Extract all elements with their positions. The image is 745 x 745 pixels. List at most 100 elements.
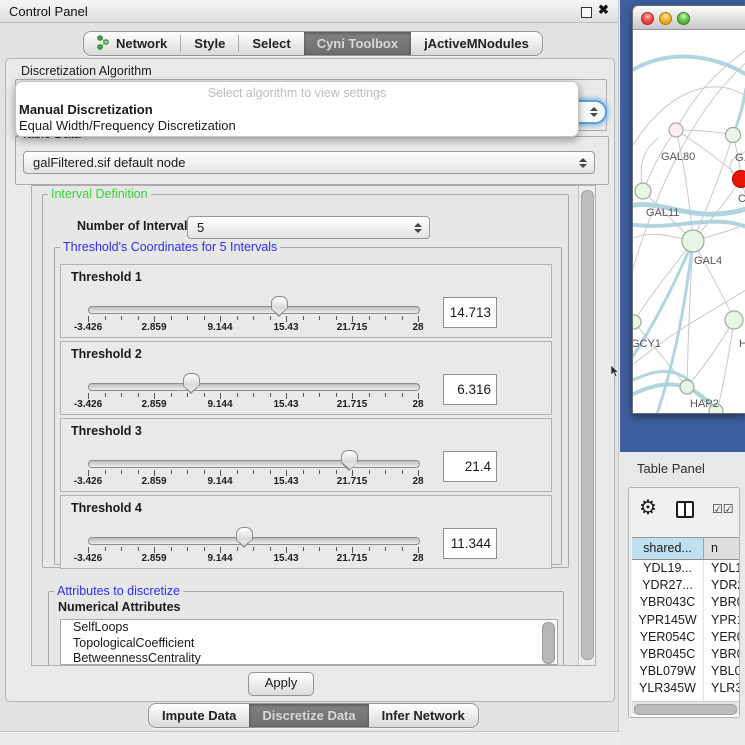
table-cell: YLR3 [704, 680, 740, 697]
tick-label: 15.43 [273, 399, 298, 410]
slider-handle[interactable] [341, 450, 358, 463]
network-node-green[interactable] [682, 230, 704, 252]
tab-jactivemnodules[interactable]: jActiveMNodules [411, 32, 542, 55]
tick-mark [270, 547, 271, 551]
network-node-label: GAL11 [646, 207, 679, 219]
threshold-value-field[interactable]: 11.344 [443, 528, 497, 559]
table-row[interactable]: YDL19...YDL1 [632, 560, 740, 577]
control-panel-titlebar: Control Panel ✖ [0, 0, 618, 23]
threshold-value-field[interactable]: 21.4 [443, 451, 497, 482]
minimize-traffic-light-icon[interactable] [659, 12, 672, 25]
tick-mark [303, 470, 304, 474]
tab-cyni-toolbox[interactable]: Cyni Toolbox [304, 32, 411, 55]
threshold-panel-1: Threshold 1-3.4262.8599.14415.4321.71528… [60, 264, 552, 338]
tick-mark [319, 547, 320, 551]
table-row[interactable]: YPR145WYPR1 [632, 612, 740, 629]
combo-arrows-icon [590, 107, 598, 117]
algorithm-option-manual-discretization[interactable]: Manual Discretization [19, 102, 153, 117]
network-graph: GAL80G.CGAL11GAL4GCY1HHAP2 [633, 30, 745, 413]
column-header-2[interactable]: n [704, 538, 740, 559]
slider-track[interactable] [88, 460, 420, 468]
desktop-background: GAL80G.CGAL11GAL4GCY1HHAP2 [620, 0, 745, 452]
threshold-value-field[interactable]: 14.713 [443, 297, 497, 328]
columns-icon[interactable] [676, 501, 694, 518]
combo-arrows-icon [414, 223, 422, 233]
column-header-1[interactable]: shared... [632, 538, 704, 559]
control-panel-window: Control Panel ✖ Network Style SelectCyni T… [0, 0, 619, 732]
attribute-item-betweennesscentrality[interactable]: BetweennessCentrality [61, 651, 557, 665]
table-horizontal-scrollbar[interactable] [632, 701, 740, 714]
slider-handle[interactable] [236, 527, 253, 540]
slider-track[interactable] [88, 537, 420, 545]
interval-definition-title: Interval Definition [48, 187, 151, 201]
attribute-item-selfloops[interactable]: SelfLoops [61, 620, 557, 636]
checkboxes-icon[interactable]: ☑☑ [712, 502, 734, 516]
table-row[interactable]: YER054CYER0 [632, 629, 740, 646]
network-node-green[interactable] [726, 128, 741, 143]
attribute-item-topologicalcoefficient[interactable]: TopologicalCoefficient [61, 636, 557, 652]
table-row[interactable]: YLR345WYLR3 [632, 680, 740, 697]
threshold-panel-4: Threshold 4-3.4262.8599.14415.4321.71528… [60, 495, 552, 569]
network-canvas[interactable]: GAL80G.CGAL11GAL4GCY1HHAP2 [633, 30, 745, 413]
algorithm-option-equal-width-frequency-discretization[interactable]: Equal Width/Frequency Discretization [19, 118, 236, 133]
tick-mark [237, 393, 238, 397]
close-icon[interactable]: ✖ [598, 2, 609, 18]
scrollbar-thumb[interactable] [581, 190, 594, 660]
table-cell: YBL0 [704, 663, 740, 680]
tick-label: 21.715 [337, 399, 368, 410]
tab-label: jActiveMNodules [424, 36, 529, 51]
network-node-pink[interactable] [669, 123, 683, 137]
table-cell: YBR0 [704, 646, 740, 663]
close-traffic-light-icon[interactable] [641, 12, 654, 25]
apply-button[interactable]: Apply [248, 672, 314, 696]
tab-network[interactable]: Network [84, 32, 180, 55]
slider-track[interactable] [88, 383, 420, 391]
tab-label: Network [116, 36, 167, 51]
numerical-attributes-list[interactable]: SelfLoopsTopologicalCoefficientBetweenne… [60, 619, 558, 665]
number-of-intervals-combobox[interactable]: 5 [187, 216, 430, 239]
slider-handle[interactable] [183, 373, 200, 386]
list-scrollbar[interactable] [542, 622, 555, 664]
table-data-combobox[interactable]: galFiltered.sif default node [23, 151, 595, 174]
tick-mark [253, 547, 254, 551]
threshold-value-field[interactable]: 6.316 [443, 374, 497, 405]
tab-label: Infer Network [382, 708, 465, 723]
table-cell: YDL1 [704, 560, 740, 577]
tick-mark [402, 547, 403, 551]
network-node-label: GAL4 [694, 255, 722, 267]
network-node-green[interactable] [635, 183, 651, 199]
tick-mark [204, 316, 205, 320]
hscrollbar-thumb[interactable] [634, 704, 737, 715]
settings-vertical-scrollbar[interactable] [578, 186, 595, 665]
tab-label: Style [194, 36, 225, 51]
tick-mark [385, 393, 386, 397]
table-cell: YPR145W [632, 612, 704, 629]
tab-discretize-data[interactable]: Discretize Data [249, 704, 368, 727]
tick-label: 9.144 [207, 476, 232, 487]
zoom-traffic-light-icon[interactable] [677, 12, 690, 25]
tab-style[interactable]: Style [181, 32, 238, 55]
tab-impute-data[interactable]: Impute Data [149, 704, 249, 727]
table-row[interactable]: YDR27...YDR2 [632, 577, 740, 594]
tick-mark [237, 470, 238, 474]
table-row[interactable]: YBL079WYBL0 [632, 663, 740, 680]
settings-scroll-panel: Interval Definition Number of Intervals … [31, 185, 596, 666]
network-node-green[interactable] [633, 315, 641, 329]
tick-mark [105, 547, 106, 551]
tick-mark [138, 393, 139, 397]
gear-icon[interactable]: ⚙ [639, 495, 657, 520]
network-node-red[interactable] [733, 171, 745, 188]
table-cell: YBL079W [632, 663, 704, 680]
tab-infer-network[interactable]: Infer Network [369, 704, 478, 727]
tick-mark [385, 547, 386, 551]
table-cell: YBR045C [632, 646, 704, 663]
network-node-green[interactable] [725, 311, 743, 329]
slider-handle[interactable] [271, 296, 288, 309]
tick-label: 2.859 [141, 322, 166, 333]
table-row[interactable]: YBR043CYBR0 [632, 594, 740, 611]
slider-track[interactable] [88, 306, 420, 314]
network-node-green[interactable] [680, 380, 694, 394]
table-row[interactable]: YBR045CYBR0 [632, 646, 740, 663]
tab-select[interactable]: Select [239, 32, 303, 55]
float-window-icon[interactable] [581, 7, 592, 18]
